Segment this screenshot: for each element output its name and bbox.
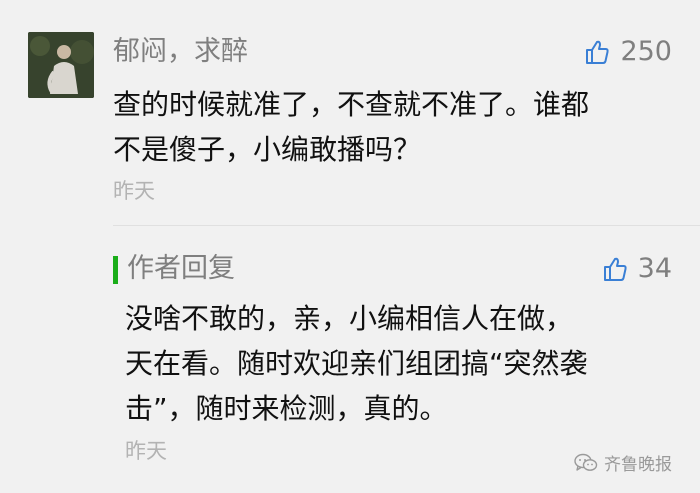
- reply-text-line: 没啥不敢的，亲，小编相信人在做，: [125, 302, 574, 335]
- avatar[interactable]: [28, 32, 94, 98]
- reply-time: 昨天: [125, 439, 167, 463]
- comment-text-line: 不是傻子，小编敢播吗？: [113, 133, 422, 166]
- comment-time: 昨天: [113, 179, 155, 203]
- comment: 郁闷，求醉 250 查的时候就准了，不查就不准了。谁都 不是傻子，小编敢播吗？ …: [0, 0, 700, 215]
- reply-like-button[interactable]: 34: [602, 251, 672, 287]
- comment-text-line: 查的时候就准了，不查就不准了。谁都: [113, 88, 590, 121]
- thumbs-up-icon: [603, 257, 627, 281]
- reply-text-line: 天在看。随时欢迎亲们组团搞“突然袭: [125, 347, 588, 380]
- comment-like-button[interactable]: 250: [584, 34, 672, 70]
- watermark: 齐鲁晚报: [574, 450, 672, 475]
- wechat-icon: [574, 453, 598, 471]
- reply-like-count: 34: [637, 253, 672, 284]
- thumbs-up-icon: [586, 40, 610, 64]
- reply-accent-bar: [113, 256, 118, 284]
- comment-username: 郁闷，求醉: [113, 36, 248, 67]
- reply-text-line: 击”，随时来检测，真的。: [125, 392, 448, 425]
- comment-text: 查的时候就准了，不查就不准了。谁都 不是傻子，小编敢播吗？: [113, 82, 673, 172]
- reply-label: 作者回复: [127, 253, 235, 284]
- reply-text: 没啥不敢的，亲，小编相信人在做， 天在看。随时欢迎亲们组团搞“突然袭 击”，随时…: [125, 296, 685, 431]
- watermark-text: 齐鲁晚报: [604, 455, 672, 475]
- comment-like-count: 250: [620, 36, 672, 67]
